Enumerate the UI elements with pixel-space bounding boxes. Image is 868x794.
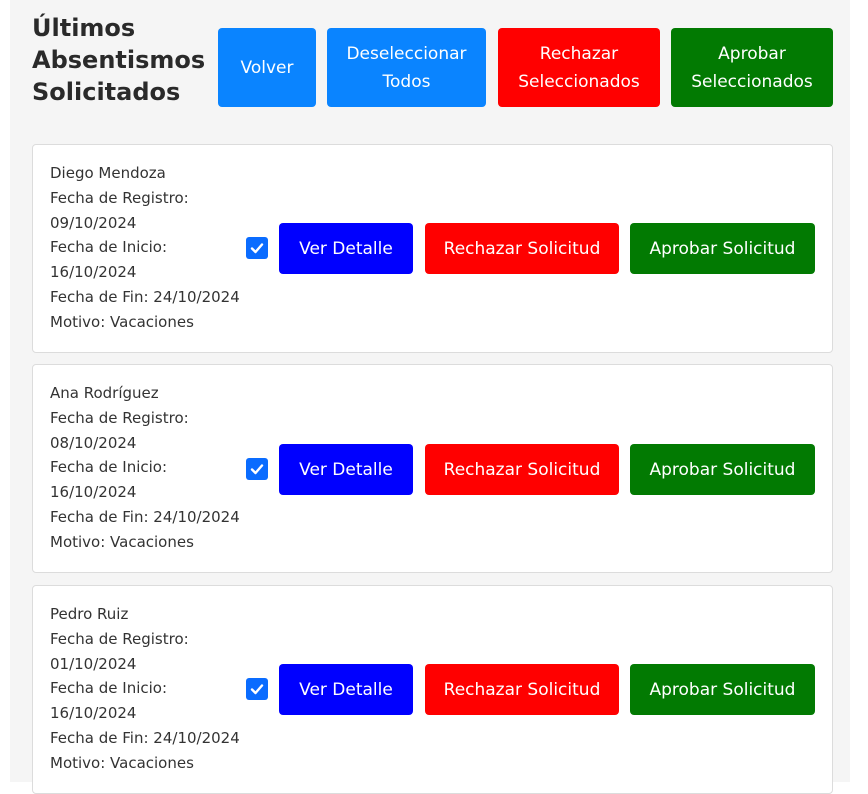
view-detail-button[interactable]: Ver Detalle	[279, 223, 413, 274]
deselect-all-button[interactable]: Deseleccionar Todos	[327, 28, 486, 107]
approve-request-button[interactable]: Aprobar Solicitud	[630, 664, 815, 715]
registration-date: Fecha de Registro: 08/10/2024	[50, 408, 189, 452]
request-info: Diego Mendoza Fecha de Registro: 09/10/2…	[50, 161, 250, 335]
request-card: Pedro Ruiz Fecha de Registro: 01/10/2024…	[32, 585, 833, 794]
employee-name: Diego Mendoza	[50, 164, 166, 182]
reject-request-button[interactable]: Rechazar Solicitud	[425, 664, 619, 715]
reject-request-button[interactable]: Rechazar Solicitud	[425, 444, 619, 495]
start-date: Fecha de Inicio: 16/10/2024	[50, 679, 168, 723]
reject-selected-button[interactable]: Rechazar Seleccionados	[498, 28, 660, 107]
request-card: Ana Rodríguez Fecha de Registro: 08/10/2…	[32, 364, 833, 573]
reason: Motivo: Vacaciones	[50, 753, 194, 772]
employee-name: Ana Rodríguez	[50, 384, 159, 402]
checkmark-icon	[250, 464, 264, 475]
select-checkbox[interactable]	[246, 237, 268, 259]
approve-request-button[interactable]: Aprobar Solicitud	[630, 223, 815, 274]
view-detail-button[interactable]: Ver Detalle	[279, 664, 413, 715]
reject-request-button[interactable]: Rechazar Solicitud	[425, 223, 619, 274]
registration-date: Fecha de Registro: 01/10/2024	[50, 629, 189, 673]
request-card: Diego Mendoza Fecha de Registro: 09/10/2…	[32, 144, 833, 353]
request-info: Pedro Ruiz Fecha de Registro: 01/10/2024…	[50, 602, 250, 776]
approve-request-button[interactable]: Aprobar Solicitud	[630, 444, 815, 495]
back-button[interactable]: Volver	[218, 28, 316, 107]
checkmark-icon	[250, 243, 264, 254]
registration-date: Fecha de Registro: 09/10/2024	[50, 188, 189, 232]
approve-selected-button[interactable]: Aprobar Seleccionados	[671, 28, 833, 107]
end-date: Fecha de Fin: 24/10/2024	[50, 287, 240, 306]
employee-name: Pedro Ruiz	[50, 605, 129, 623]
start-date: Fecha de Inicio: 16/10/2024	[50, 238, 168, 282]
end-date: Fecha de Fin: 24/10/2024	[50, 507, 240, 526]
reason: Motivo: Vacaciones	[50, 312, 194, 331]
start-date: Fecha de Inicio: 16/10/2024	[50, 458, 168, 502]
checkmark-icon	[250, 684, 264, 695]
select-checkbox[interactable]	[246, 678, 268, 700]
request-info: Ana Rodríguez Fecha de Registro: 08/10/2…	[50, 381, 250, 555]
page-title: Últimos Absentismos Solicitados	[32, 14, 206, 106]
view-detail-button[interactable]: Ver Detalle	[279, 444, 413, 495]
select-checkbox[interactable]	[246, 458, 268, 480]
end-date: Fecha de Fin: 24/10/2024	[50, 728, 240, 747]
reason: Motivo: Vacaciones	[50, 532, 194, 551]
